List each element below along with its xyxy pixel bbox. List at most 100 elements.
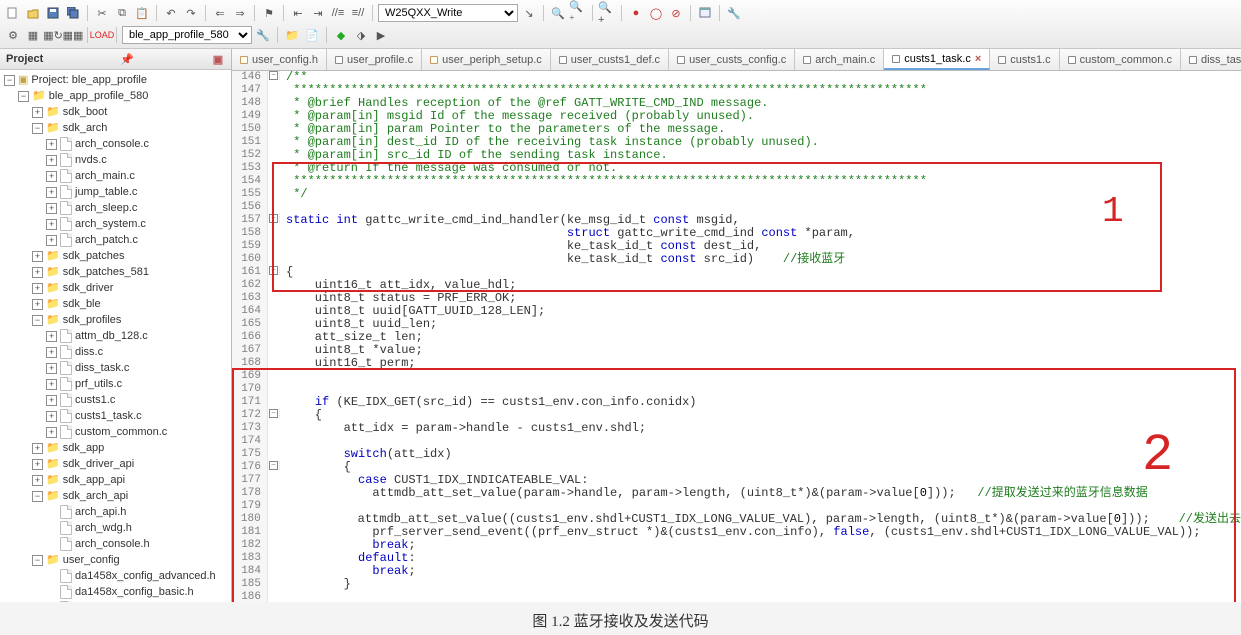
- configure-icon[interactable]: 🔧: [725, 4, 743, 22]
- twisty-icon[interactable]: −: [18, 91, 29, 102]
- tree-file[interactable]: +arch_system.c: [4, 216, 229, 232]
- twisty-icon[interactable]: [46, 539, 57, 550]
- breakpoint-disable-icon[interactable]: ⊘: [667, 4, 685, 22]
- twisty-icon[interactable]: [46, 523, 57, 534]
- goto-symbol-icon[interactable]: ↘: [520, 4, 538, 22]
- twisty-icon[interactable]: +: [46, 347, 57, 358]
- redo-icon[interactable]: ↷: [182, 4, 200, 22]
- twisty-icon[interactable]: +: [46, 411, 57, 422]
- tree-file[interactable]: +diss.c: [4, 344, 229, 360]
- tree-file[interactable]: +prf_utils.c: [4, 376, 229, 392]
- twisty-icon[interactable]: −: [32, 491, 43, 502]
- debug-start-icon[interactable]: ●: [627, 4, 645, 22]
- twisty-icon[interactable]: −: [4, 75, 15, 86]
- batch-build-icon[interactable]: ▦▦: [64, 26, 82, 44]
- code-scroll[interactable]: 146−/**147 *****************************…: [232, 71, 1241, 602]
- fold-gutter[interactable]: −: [268, 214, 280, 223]
- twisty-icon[interactable]: +: [32, 475, 43, 486]
- twisty-icon[interactable]: [46, 587, 57, 598]
- twisty-icon[interactable]: +: [46, 379, 57, 390]
- simulator-icon[interactable]: ⬗: [352, 26, 370, 44]
- editor-tab[interactable]: custs1.c: [990, 49, 1059, 70]
- code-line[interactable]: 155 */: [232, 188, 1241, 201]
- editor-tab[interactable]: custom_common.c: [1060, 49, 1181, 70]
- code-line[interactable]: 185 }: [232, 578, 1241, 591]
- twisty-icon[interactable]: +: [46, 187, 57, 198]
- editor-tab[interactable]: user_custs_config.c: [669, 49, 795, 70]
- twisty-icon[interactable]: +: [46, 219, 57, 230]
- indent-right-icon[interactable]: ⇥: [309, 4, 327, 22]
- code-line[interactable]: 171 if (KE_IDX_GET(src_id) == custs1_env…: [232, 396, 1241, 409]
- twisty-icon[interactable]: [46, 571, 57, 582]
- tree-file[interactable]: +custs1.c: [4, 392, 229, 408]
- twisty-icon[interactable]: +: [32, 107, 43, 118]
- find-in-files-icon[interactable]: 🔍⁺: [569, 4, 587, 22]
- target-combo[interactable]: ble_app_profile_580: [122, 26, 252, 44]
- pin-icon[interactable]: 📌: [120, 53, 134, 66]
- twisty-icon[interactable]: +: [32, 283, 43, 294]
- tree-folder[interactable]: +📁sdk_boot: [4, 104, 229, 120]
- fold-gutter[interactable]: −: [268, 409, 280, 418]
- close-tab-icon[interactable]: ×: [975, 53, 981, 65]
- manage-project-icon[interactable]: 📁: [283, 26, 301, 44]
- twisty-icon[interactable]: +: [46, 139, 57, 150]
- editor-tab[interactable]: user_custs1_def.c: [551, 49, 669, 70]
- twisty-icon[interactable]: +: [46, 235, 57, 246]
- twisty-icon[interactable]: −: [32, 123, 43, 134]
- project-root-label[interactable]: Project: ble_app_profile: [31, 72, 147, 88]
- tree-folder[interactable]: −📁sdk_profiles: [4, 312, 229, 328]
- paste-icon[interactable]: 📋: [133, 4, 151, 22]
- twisty-icon[interactable]: +: [32, 299, 43, 310]
- save-all-icon[interactable]: [64, 4, 82, 22]
- tree-file[interactable]: +custs1_task.c: [4, 408, 229, 424]
- twisty-icon[interactable]: +: [32, 267, 43, 278]
- code-line[interactable]: 169: [232, 370, 1241, 383]
- twisty-icon[interactable]: +: [46, 395, 57, 406]
- tree-file[interactable]: +custom_common.c: [4, 424, 229, 440]
- twisty-icon[interactable]: −: [32, 315, 43, 326]
- tree-folder[interactable]: +📁sdk_driver: [4, 280, 229, 296]
- tree-file[interactable]: +arch_main.c: [4, 168, 229, 184]
- rebuild-icon[interactable]: ▦↻: [44, 26, 62, 44]
- nav-back-icon[interactable]: ⇐: [211, 4, 229, 22]
- twisty-icon[interactable]: +: [46, 171, 57, 182]
- tree-file[interactable]: user_callback_config.h: [4, 600, 229, 602]
- tree-file[interactable]: +attm_db_128.c: [4, 328, 229, 344]
- tree-file[interactable]: arch_wdg.h: [4, 520, 229, 536]
- tree-file[interactable]: +jump_table.c: [4, 184, 229, 200]
- code-line[interactable]: 160 ke_task_id_t const src_id) //接收蓝牙: [232, 253, 1241, 266]
- tree-folder[interactable]: −📁user_config: [4, 552, 229, 568]
- tree-folder[interactable]: +📁sdk_driver_api: [4, 456, 229, 472]
- twisty-icon[interactable]: +: [46, 331, 57, 342]
- twisty-icon[interactable]: +: [32, 443, 43, 454]
- code-line[interactable]: 168 uint16_t perm;: [232, 357, 1241, 370]
- twisty-icon[interactable]: +: [46, 155, 57, 166]
- zoom-in-icon[interactable]: 🔍+: [598, 4, 616, 22]
- symbol-combo[interactable]: W25QXX_Write: [378, 4, 518, 22]
- cut-icon[interactable]: ✂: [93, 4, 111, 22]
- tree-folder[interactable]: +📁sdk_ble: [4, 296, 229, 312]
- fold-gutter[interactable]: −: [268, 71, 280, 80]
- pack-installer-icon[interactable]: ◆: [332, 26, 350, 44]
- comment-icon[interactable]: //≡: [329, 4, 347, 22]
- indent-left-icon[interactable]: ⇤: [289, 4, 307, 22]
- editor-tab[interactable]: arch_main.c: [795, 49, 884, 70]
- tree-folder[interactable]: +📁sdk_patches: [4, 248, 229, 264]
- code-line[interactable]: 184 break;: [232, 565, 1241, 578]
- download-icon[interactable]: LOAD: [93, 26, 111, 44]
- options-icon[interactable]: 🔧: [254, 26, 272, 44]
- fold-gutter[interactable]: −: [268, 266, 280, 275]
- code-line[interactable]: 186: [232, 591, 1241, 602]
- build-icon[interactable]: ▦: [24, 26, 42, 44]
- tree-file[interactable]: +arch_patch.c: [4, 232, 229, 248]
- editor-tab[interactable]: custs1_task.c×: [884, 49, 990, 70]
- tree-file[interactable]: +arch_sleep.c: [4, 200, 229, 216]
- tree-file[interactable]: +arch_console.c: [4, 136, 229, 152]
- code-view[interactable]: 146−/**147 *****************************…: [232, 71, 1241, 602]
- save-icon[interactable]: [44, 4, 62, 22]
- code-line[interactable]: 173 att_idx = param->handle - custs1_env…: [232, 422, 1241, 435]
- copy-icon[interactable]: ⧉: [113, 4, 131, 22]
- editor-tab[interactable]: user_config.h: [232, 49, 327, 70]
- undo-icon[interactable]: ↶: [162, 4, 180, 22]
- tree-folder[interactable]: −📁sdk_arch_api: [4, 488, 229, 504]
